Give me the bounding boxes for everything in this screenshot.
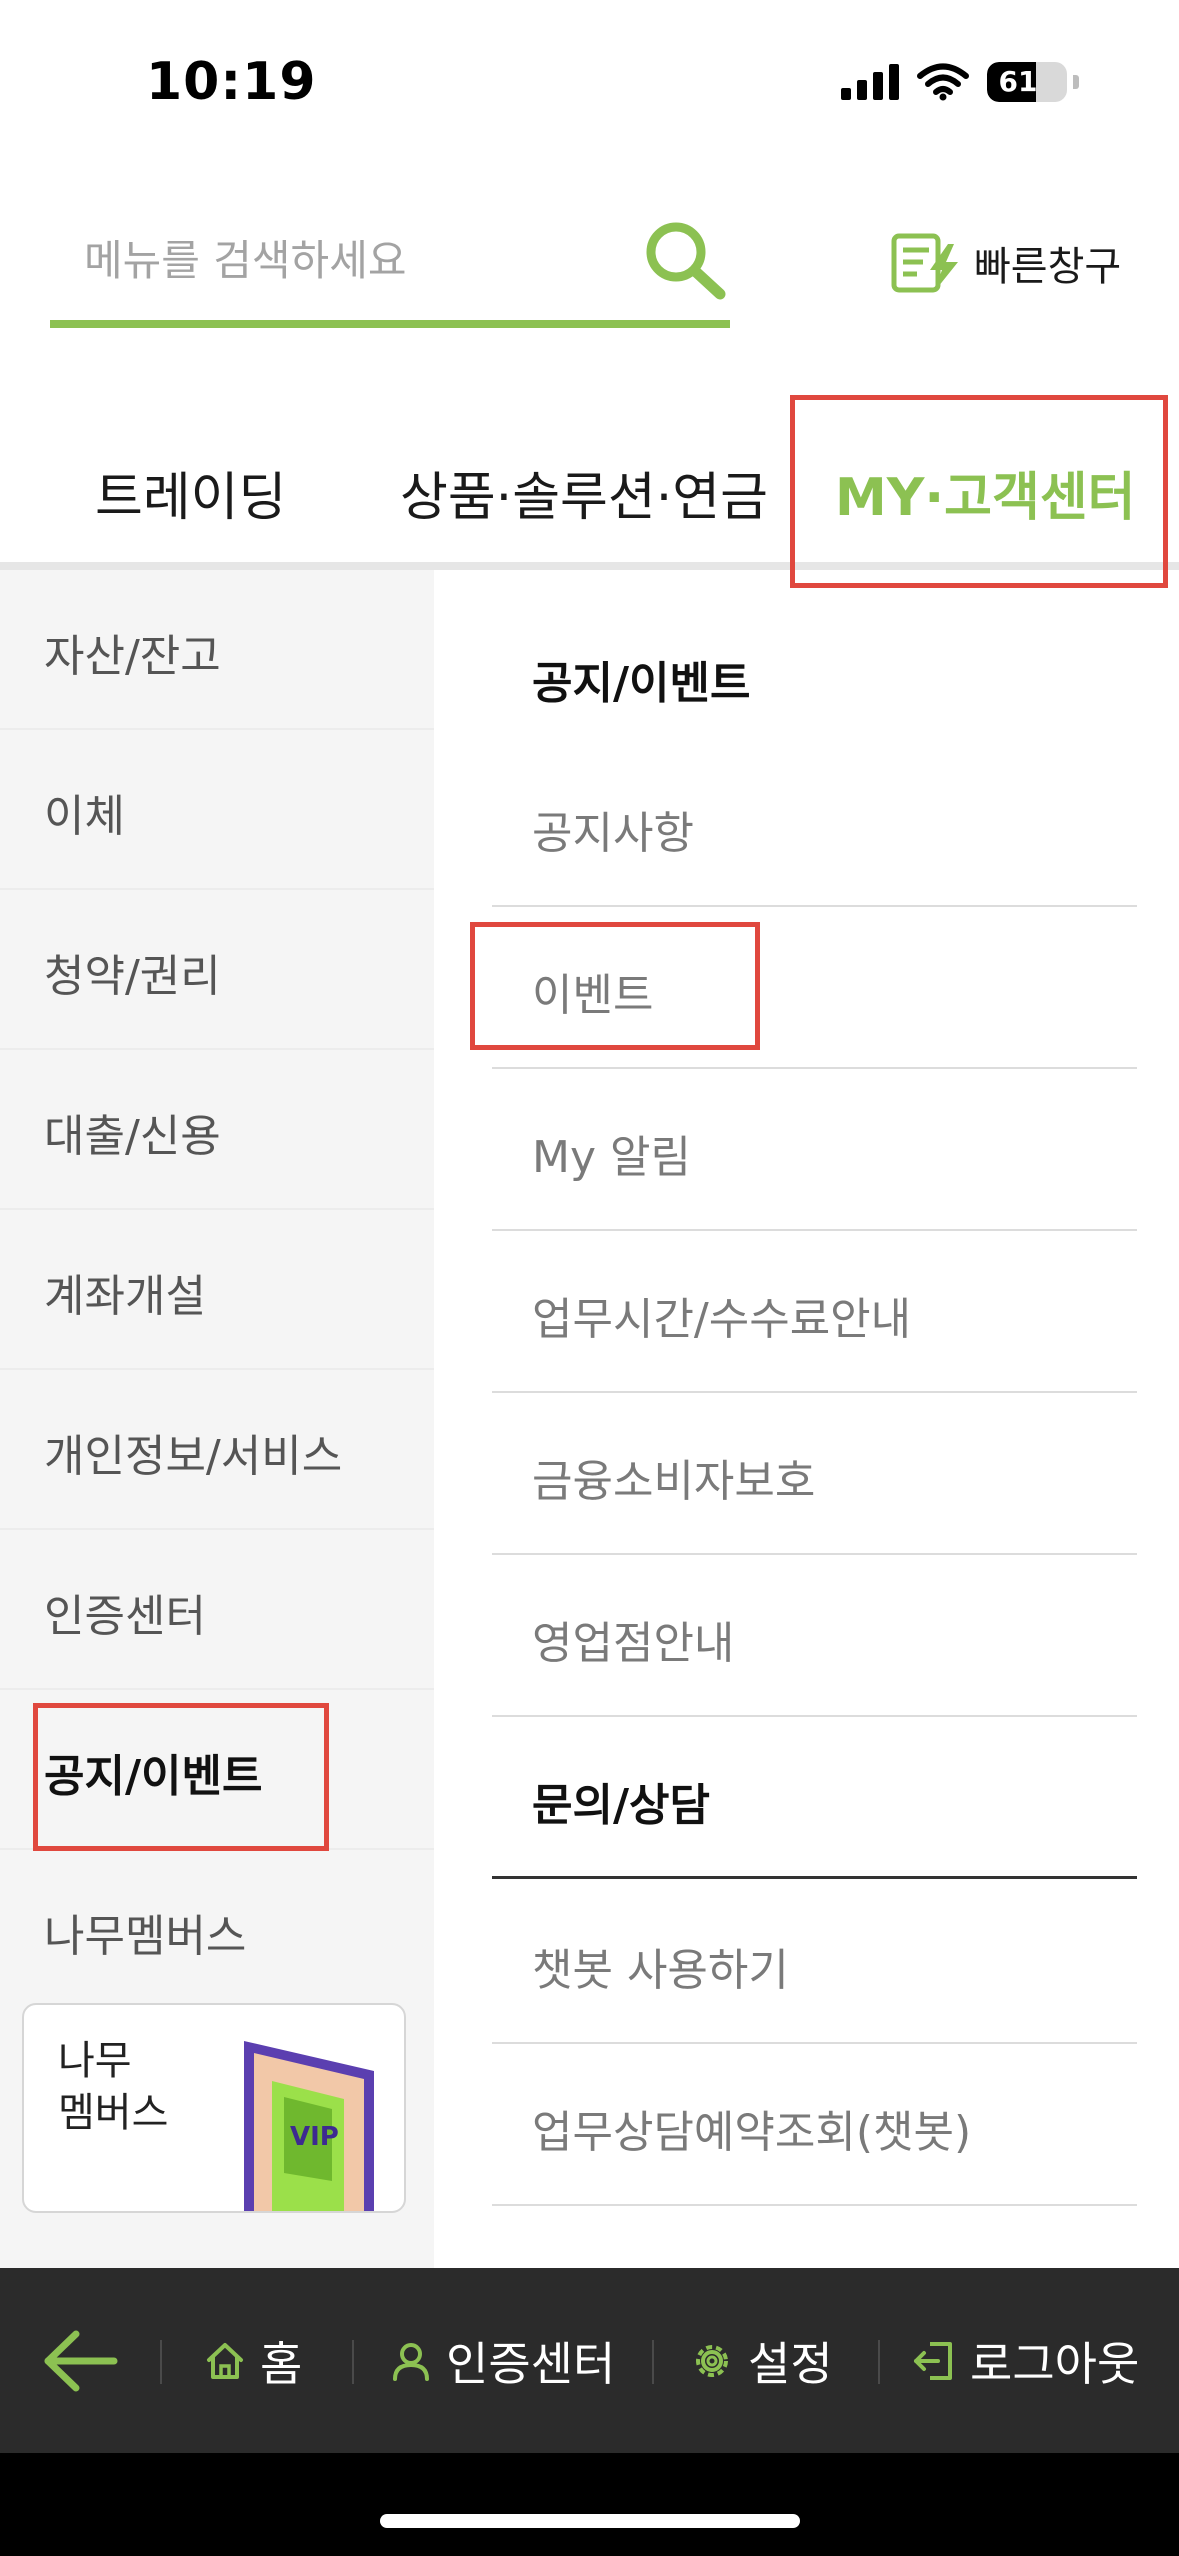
panel-item-label: My 알림 [532,1132,691,1183]
panel-item-label: 금융소비자보호 [532,1456,816,1507]
wifi-icon [917,63,969,101]
bottom-nav: 홈 인증센터 설정 로그아웃 [0,2268,1179,2453]
user-icon [393,2342,429,2381]
nav-home-label: 홈 [260,2336,303,2391]
status-bar: 10:19 61 [0,0,1179,170]
sidebar-item-subscription[interactable]: 청약/권리 [0,890,434,1050]
panel-item-label: 챗봇 사용하기 [532,1945,789,1996]
nav-auth-center[interactable]: 인증센터 [390,2268,615,2453]
promo-text: 나무 멤버스 [58,2035,168,2139]
gear-icon [696,2344,728,2377]
nav-settings[interactable]: 설정 [690,2268,833,2453]
vip-card-illustration: VIP [244,2041,374,2211]
sidebar-item-account-open[interactable]: 계좌개설 [0,1210,434,1370]
nav-settings-label: 설정 [748,2336,833,2391]
panel-header-notice-event: 공지/이벤트 [492,595,1137,757]
panel-item-chatbot[interactable]: 챗봇 사용하기 [492,1882,1137,2044]
sidebar-item-label: 나무멤버스 [44,1911,247,1962]
panel-header-label: 문의/상담 [532,1780,710,1831]
sidebar-item-label: 인증센터 [44,1591,206,1642]
sidebar-item-label: 청약/권리 [44,951,221,1002]
panel-item-label: 이벤트 [532,970,654,1021]
panel-header-inquiry: 문의/상담 [492,1717,1137,1879]
sidebar-item-label: 이체 [44,791,125,842]
nav-separator [352,2340,354,2384]
sidebar-item-transfer[interactable]: 이체 [0,730,434,890]
quick-window-label: 빠른창구 [974,244,1122,290]
sidebar-item-label: 계좌개설 [44,1271,206,1322]
panel-item-label: 공지사항 [532,808,694,859]
quick-window-icon [891,233,958,293]
quick-window-button[interactable]: 빠른창구 [890,230,1121,296]
sidebar-item-label: 개인정보/서비스 [44,1431,343,1482]
sidebar-item-assets[interactable]: 자산/잔고 [0,570,434,730]
panel-item-label: 업무상담예약조회(챗봇) [532,2107,972,2158]
logout-icon [914,2341,952,2380]
search-input[interactable] [84,230,644,290]
panel-item-label: 영업점안내 [532,1618,735,1669]
sidebar-item-label: 자산/잔고 [44,631,221,682]
nav-logout[interactable]: 로그아웃 [912,2268,1139,2453]
battery-percent: 61 [998,65,1038,98]
panel-item-my-alerts[interactable]: My 알림 [492,1069,1137,1231]
search-icon [646,222,726,300]
sidebar-item-notice-event[interactable]: 공지/이벤트 [0,1690,434,1850]
promo-line-2: 멤버스 [58,2090,169,2136]
nav-auth-label: 인증센터 [446,2336,616,2391]
nav-logout-label: 로그아웃 [970,2336,1140,2391]
nav-separator [160,2340,162,2384]
nav-separator [652,2340,654,2384]
namu-members-banner[interactable]: 나무 멤버스 VIP [22,2003,406,2213]
battery-indicator: 61 [987,62,1067,102]
panel-item-consult-reservation[interactable]: 업무상담예약조회(챗봇) [492,2044,1137,2206]
nav-separator [878,2340,880,2384]
sidebar-item-personal-info[interactable]: 개인정보/서비스 [0,1370,434,1530]
home-icon [207,2342,243,2379]
tab-my-customer-center[interactable]: MY·고객센터 [835,455,1136,530]
panel-item-label: 업무시간/수수료안내 [532,1294,912,1345]
panel-item-notices[interactable]: 공지사항 [492,745,1137,907]
sidebar-item-namu-members[interactable]: 나무멤버스 [0,1850,434,2010]
sidebar-item-loan[interactable]: 대출/신용 [0,1050,434,1210]
sidebar: 자산/잔고 이체 청약/권리 대출/신용 계좌개설 개인정보/서비스 인증센터 … [0,570,434,2268]
tab-trading[interactable]: 트레이딩 [95,455,286,530]
home-indicator-area [0,2453,1179,2556]
cellular-signal-icon [841,64,899,100]
search-bar [50,200,730,328]
promo-line-1: 나무 [58,2038,132,2084]
arrow-left-icon [44,2330,118,2391]
back-button[interactable] [40,2268,120,2453]
battery-cap [1073,75,1079,89]
panel-item-branch-info[interactable]: 영업점안내 [492,1555,1137,1717]
sidebar-item-auth-center[interactable]: 인증센터 [0,1530,434,1690]
nav-home[interactable]: 홈 [204,2268,302,2453]
main-tabs: 트레이딩 상품·솔루션·연금 MY·고객센터 [0,395,1179,570]
status-icons: 61 [841,62,1079,102]
search-button[interactable] [640,216,730,306]
vip-badge-text: VIP [290,2122,339,2152]
home-indicator[interactable] [380,2514,800,2528]
sidebar-item-label: 공지/이벤트 [44,1751,263,1802]
panel-header-label: 공지/이벤트 [532,658,751,709]
tab-products[interactable]: 상품·솔루션·연금 [400,455,768,530]
panel-item-events[interactable]: 이벤트 [492,907,1137,1069]
status-time: 10:19 [146,52,317,112]
panel-item-consumer-protection[interactable]: 금융소비자보호 [492,1393,1137,1555]
sidebar-item-label: 대출/신용 [44,1111,221,1162]
panel-item-business-hours[interactable]: 업무시간/수수료안내 [492,1231,1137,1393]
